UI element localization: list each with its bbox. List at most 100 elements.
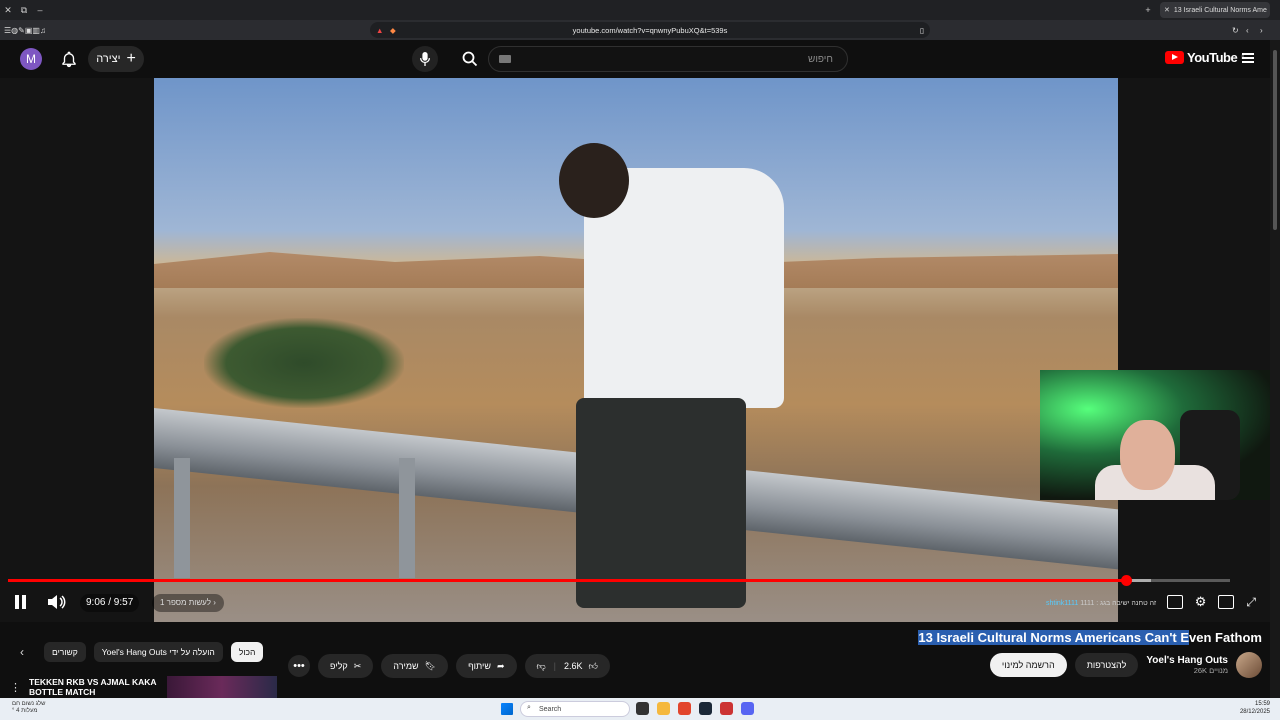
save-label: שמירה [393,661,419,671]
windows-start-icon[interactable] [501,703,513,715]
video-player[interactable]: 9:06 / 9:57 1 לעשות מספר › shtink1111 11… [0,78,1280,622]
avatar[interactable]: M [20,48,42,70]
like-dislike-group: 👎︎ | 2.6K 👍︎ [524,654,610,678]
recommendation-thumbnail[interactable] [167,676,277,698]
music-icon[interactable]: ♫ [40,26,46,35]
channel-name[interactable]: Yoel's Hang Outs [1146,655,1228,666]
taskbar-search[interactable]: ⌕ Search [520,701,630,717]
steam-icon[interactable] [699,702,712,715]
guide-menu-icon[interactable] [1242,53,1254,63]
pin-icon[interactable]: ⧉ [16,5,32,16]
taskbar-clock[interactable]: 15:59 28/12/2025 [1240,700,1270,716]
action-buttons: ••• קליפ ✂ שמירה 🔖︎ שיתוף ➦ 👎︎ | 2.6K 👍︎ [288,654,610,678]
url-text: youtube.com/watch?v=qnwnyPubuXQ&t=539s [572,25,728,35]
channel-info[interactable]: Yoel's Hang Outs 26K מנויים [1146,655,1228,675]
related-chips: ‹ קשורים Yoel's Hang Outs הועלה על ידי ה… [20,642,264,662]
search-icon: ⌕ [527,704,531,711]
progress-bar[interactable] [8,575,1230,586]
discord-icon[interactable] [741,702,754,715]
video-frame[interactable] [154,78,1118,622]
youtube-header: M יצירה + חיפוש YouTube IL [0,40,1270,78]
recommendation-title-line1: TEKKEN RKB VS AJMAL KAKA [29,677,157,687]
subtitles-icon[interactable] [1166,595,1183,609]
address-bar[interactable]: ▲ ◆ youtube.com/watch?v=qnwnyPubuXQ&t=53… [370,22,930,38]
create-label: יצירה [96,53,121,65]
bookmark-icon[interactable]: ▯ [920,26,924,35]
more-vert-icon[interactable]: ⋮ [10,681,21,694]
channel-avatar[interactable] [1236,652,1262,678]
video-title: 13 Israeli Cultural Norms Americans Can'… [918,630,1262,645]
plus-icon: + [126,50,136,67]
page-scrollbar[interactable] [1270,40,1280,698]
fullscreen-icon[interactable]: ⤢ [1246,595,1256,610]
share-arrow-icon: ➦ [496,660,505,671]
subscribe-button[interactable]: הרשמה למינוי [989,653,1067,677]
bookmark-save-icon: 🔖︎ [424,660,437,671]
video-details: 13 Israeli Cultural Norms Americans Can'… [0,622,1270,698]
file-explorer-icon[interactable] [657,702,670,715]
tab-title: 13 Israeli Cultural Norms Ame [1173,6,1267,14]
browser-tab[interactable]: ✕ 13 Israeli Cultural Norms Ame [1160,2,1270,18]
new-tab-icon[interactable]: + [1140,5,1156,15]
close-tab-icon[interactable]: ✕ [1164,6,1170,14]
like-icon[interactable]: 👍︎ [589,661,598,672]
voice-search-button[interactable] [412,46,438,72]
channel-row: Yoel's Hang Outs 26K מנויים להצטרפות הרש… [989,652,1262,678]
pen-icon[interactable]: ✎ [18,26,25,35]
shields-icon[interactable]: ◆ [390,26,396,35]
recommendation-item[interactable]: ⋮ TEKKEN RKB VS AJMAL KAKA BOTTLE MATCH [10,676,277,698]
sidebar-icon[interactable]: ▥ [32,26,40,35]
dislike-icon[interactable]: 👎︎ [537,661,546,672]
layout-icon[interactable]: ▣ [25,26,33,35]
keyboard-icon[interactable] [499,55,511,63]
clip-button[interactable]: קליפ ✂ [318,654,374,678]
close-icon[interactable]: ✕ [0,5,16,16]
share-button[interactable]: שיתוף ➦ [456,654,517,678]
brave-browser-icon[interactable] [678,702,691,715]
search-input[interactable]: חיפוש [488,46,848,72]
notifications-bell-icon[interactable] [60,50,78,68]
menu-icon[interactable]: ☰ [4,26,11,35]
weather-line1: שלג נשום חם [12,701,46,707]
chevron-left-icon[interactable]: ‹ [20,645,36,659]
subscriber-count: 26K מנויים [1193,666,1228,675]
task-view-icon[interactable] [636,702,649,715]
app-icon[interactable] [720,702,733,715]
forward-icon[interactable]: › [1260,26,1263,35]
chip-all[interactable]: הכול [230,642,264,662]
weather-widget[interactable]: שלג נשום חם ° 4 מעלות [12,701,46,715]
settings-gear-icon[interactable]: ⚙ [1195,594,1207,610]
chapter-button[interactable]: 1 לעשות מספר › [152,594,224,612]
search-placeholder: חיפוש [808,53,833,65]
played-bar [8,579,1127,582]
youtube-play-icon [1165,51,1184,64]
scrubber-handle[interactable] [1121,575,1133,586]
rail-post [399,458,415,578]
clock-date: 28/12/2025 [1239,709,1270,715]
search-button[interactable] [450,44,490,74]
chip-related[interactable]: קשורים [44,642,86,662]
player-controls: 9:06 / 9:57 1 לעשות מספר › shtink1111 11… [0,588,1270,618]
back-icon[interactable]: ‹ [1246,26,1249,35]
chevron-right-icon: › [213,598,216,607]
weather-line2: ° 4 מעלות [12,708,38,714]
recommendation-title[interactable]: TEKKEN RKB VS AJMAL KAKA BOTTLE MATCH [29,677,159,697]
chip-uploader[interactable]: Yoel's Hang Outs הועלה על ידי [93,642,223,662]
taskbar-search-label: Search [539,705,562,713]
miniplayer-icon[interactable] [1218,595,1235,609]
pause-icon[interactable] [14,595,28,609]
youtube-logo[interactable]: YouTube IL [1165,50,1246,65]
taskbar-apps [636,702,754,715]
streamer-face [1120,420,1175,490]
more-actions-button[interactable]: ••• [288,655,310,677]
join-button[interactable]: להצטרפות [1074,653,1139,677]
brave-icon[interactable]: ▲ [376,26,383,35]
chat-text: 1111 : זה טחנה ישיבה בגג [1080,600,1157,607]
create-button[interactable]: יצירה + [88,46,144,72]
volume-icon[interactable] [46,594,66,610]
minimize-icon[interactable]: – [32,5,48,15]
chat-overlay-line: shtink1111 1111 : זה טחנה ישיבה בגג [1046,600,1156,607]
shield-icon[interactable]: ◍ [11,26,18,35]
save-button[interactable]: שמירה 🔖︎ [381,654,449,678]
reload-icon[interactable]: ↻ [1232,26,1239,35]
